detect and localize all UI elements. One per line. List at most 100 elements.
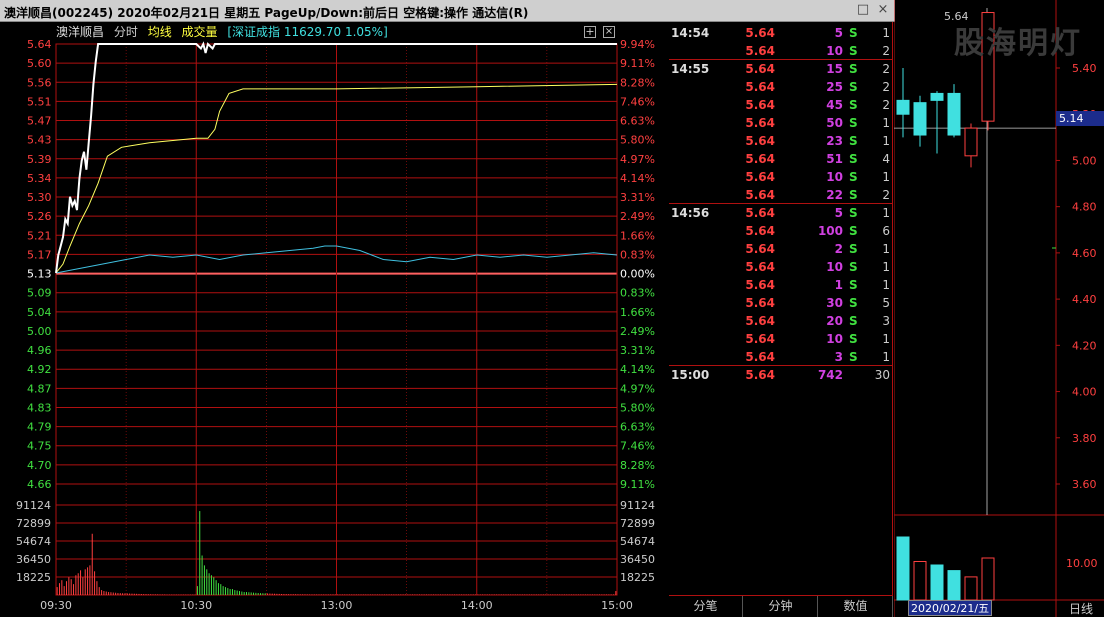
- tick-tab-0[interactable]: 分笔: [669, 596, 743, 617]
- tick-row[interactable]: 5.64 25 S 2: [669, 78, 893, 96]
- restore-icon[interactable]: □: [856, 3, 870, 17]
- pct-tick-label: 2.49%: [620, 210, 655, 223]
- price-tick-label: 5.60: [27, 57, 52, 70]
- tick-price: 5.64: [745, 62, 775, 76]
- tick-count: 1: [882, 116, 890, 130]
- tick-side: S: [849, 44, 858, 58]
- tick-tab-1[interactable]: 分钟: [744, 596, 818, 617]
- tick-row[interactable]: 5.64 10 S 1: [669, 330, 893, 348]
- kline-chart[interactable]: 5.405.205.004.804.604.404.204.003.803.60…: [894, 0, 1104, 617]
- tick-price: 5.64: [745, 80, 775, 94]
- close-icon[interactable]: ×: [876, 3, 890, 17]
- tick-row[interactable]: 5.64 23 S 1: [669, 132, 893, 150]
- index-overlay-label[interactable]: [深证成指 11629.70 1.05%]: [227, 25, 387, 39]
- tick-side: S: [849, 26, 858, 40]
- kline-high-label: 5.64: [944, 10, 969, 23]
- tick-row[interactable]: 14:56 5.64 5 S 1: [669, 204, 893, 222]
- tick-row[interactable]: 5.64 3 S 1: [669, 348, 893, 366]
- volume-tick-label: 54674: [620, 535, 655, 548]
- tick-price: 5.64: [745, 134, 775, 148]
- tick-row[interactable]: 5.64 2 S 1: [669, 240, 893, 258]
- tick-row[interactable]: 15:00 5.64 742 30: [669, 366, 893, 384]
- tick-row[interactable]: 5.64 10 S 1: [669, 168, 893, 186]
- tick-count: 1: [882, 242, 890, 256]
- volume-tick-label: 36450: [16, 553, 51, 566]
- kline-price-label: 4.00: [1072, 386, 1097, 399]
- kline-volume-bar: [947, 570, 961, 601]
- pct-tick-label: 2.49%: [620, 325, 655, 338]
- intraday-chart[interactable]: 5.64 9.94% 5.60 9.11% 5.56 8.28% 5.51 7.46% 5.47…: [0, 22, 668, 617]
- tick-row[interactable]: 5.64 1 S 1: [669, 276, 893, 294]
- candle-body: [964, 127, 978, 157]
- volume-tick-label: 54674: [16, 535, 51, 548]
- kline-period-tab[interactable]: 日线: [1058, 601, 1104, 617]
- tick-count: 1: [882, 206, 890, 220]
- mode-label[interactable]: 分时: [114, 25, 138, 39]
- tick-row[interactable]: 5.64 22 S 2: [669, 186, 893, 204]
- pct-tick-label: 5.80%: [620, 401, 655, 414]
- tick-side: S: [849, 314, 858, 328]
- price-tick-label: 5.64: [27, 38, 52, 51]
- price-tick-label: 5.21: [27, 229, 52, 242]
- tick-count: 1: [882, 332, 890, 346]
- price-tick-label: 4.96: [27, 344, 52, 357]
- price-tick-label: 5.17: [27, 248, 52, 261]
- kline-volume-bar: [930, 564, 944, 601]
- tick-side: S: [849, 62, 858, 76]
- tick-row[interactable]: 5.64 20 S 3: [669, 312, 893, 330]
- pct-tick-label: 1.66%: [620, 229, 655, 242]
- pct-tick-label: 4.14%: [620, 172, 655, 185]
- tick-row[interactable]: 5.64 51 S 4: [669, 150, 893, 168]
- kline-date-label: 2020/02/21/五: [908, 600, 993, 616]
- kline-price-label: 4.80: [1072, 201, 1097, 214]
- tick-list[interactable]: 14:54 5.64 5 S 1 5.64 10 S 2 14:55 5.64 15 S 2 5.64 25 S…: [669, 22, 893, 595]
- tick-volume: 100: [817, 224, 843, 238]
- tick-price: 5.64: [745, 26, 775, 40]
- tick-volume: 20: [826, 314, 843, 328]
- volume-label[interactable]: 成交量: [182, 25, 218, 39]
- price-tick-label: 4.70: [27, 459, 52, 472]
- tick-price: 5.64: [745, 152, 775, 166]
- tick-count: 1: [882, 260, 890, 274]
- pct-tick-label: 8.28%: [620, 459, 655, 472]
- tick-time: 14:55: [671, 62, 710, 76]
- tick-row[interactable]: 14:55 5.64 15 S 2: [669, 60, 893, 78]
- window-title: 澳洋顺昌(002245) 2020年02月21日 星期五 PageUp/Down…: [4, 6, 529, 20]
- tick-row[interactable]: 14:54 5.64 5 S 1: [669, 24, 893, 42]
- ma-label[interactable]: 均线: [148, 25, 172, 39]
- add-overlay-button[interactable]: +: [584, 26, 596, 38]
- price-tick-label: 5.39: [27, 153, 52, 166]
- tick-row[interactable]: 5.64 45 S 2: [669, 96, 893, 114]
- tick-count: 1: [882, 134, 890, 148]
- tick-price: 5.64: [745, 206, 775, 220]
- tick-row[interactable]: 5.64 30 S 5: [669, 294, 893, 312]
- tick-row[interactable]: 5.64 50 S 1: [669, 114, 893, 132]
- volume-tick-label: 72899: [16, 517, 51, 530]
- close-overlay-button[interactable]: ×: [603, 26, 615, 38]
- price-tick-label: 4.75: [27, 440, 52, 453]
- price-tick-label: 5.00: [27, 325, 52, 338]
- pct-tick-label: 7.46%: [620, 440, 655, 453]
- pct-tick-label: 6.63%: [620, 115, 655, 128]
- pct-tick-label: 9.94%: [620, 38, 655, 51]
- tick-price: 5.64: [745, 224, 775, 238]
- tick-price: 5.64: [745, 116, 775, 130]
- watermark-text: 股海明灯: [954, 26, 1082, 61]
- tick-row[interactable]: 5.64 10 S 2: [669, 42, 893, 60]
- kline-volume: [896, 536, 995, 601]
- tick-row[interactable]: 5.64 100 S 6: [669, 222, 893, 240]
- tick-price: 5.64: [745, 368, 775, 382]
- tick-price: 5.64: [745, 44, 775, 58]
- tick-volume: 23: [826, 134, 843, 148]
- price-tick-label: 4.87: [27, 382, 52, 395]
- tick-tab-2[interactable]: 数值: [819, 596, 893, 617]
- tick-volume: 5: [834, 206, 843, 220]
- tick-row[interactable]: 5.64 10 S 1: [669, 258, 893, 276]
- tick-volume: 10: [826, 260, 843, 274]
- candle-body: [913, 102, 927, 136]
- tick-volume: 25: [826, 80, 843, 94]
- price-tick-label: 5.09: [27, 287, 52, 300]
- tick-side: S: [849, 296, 858, 310]
- tick-side: S: [849, 116, 858, 130]
- price-tick-label: 5.13: [27, 268, 52, 281]
